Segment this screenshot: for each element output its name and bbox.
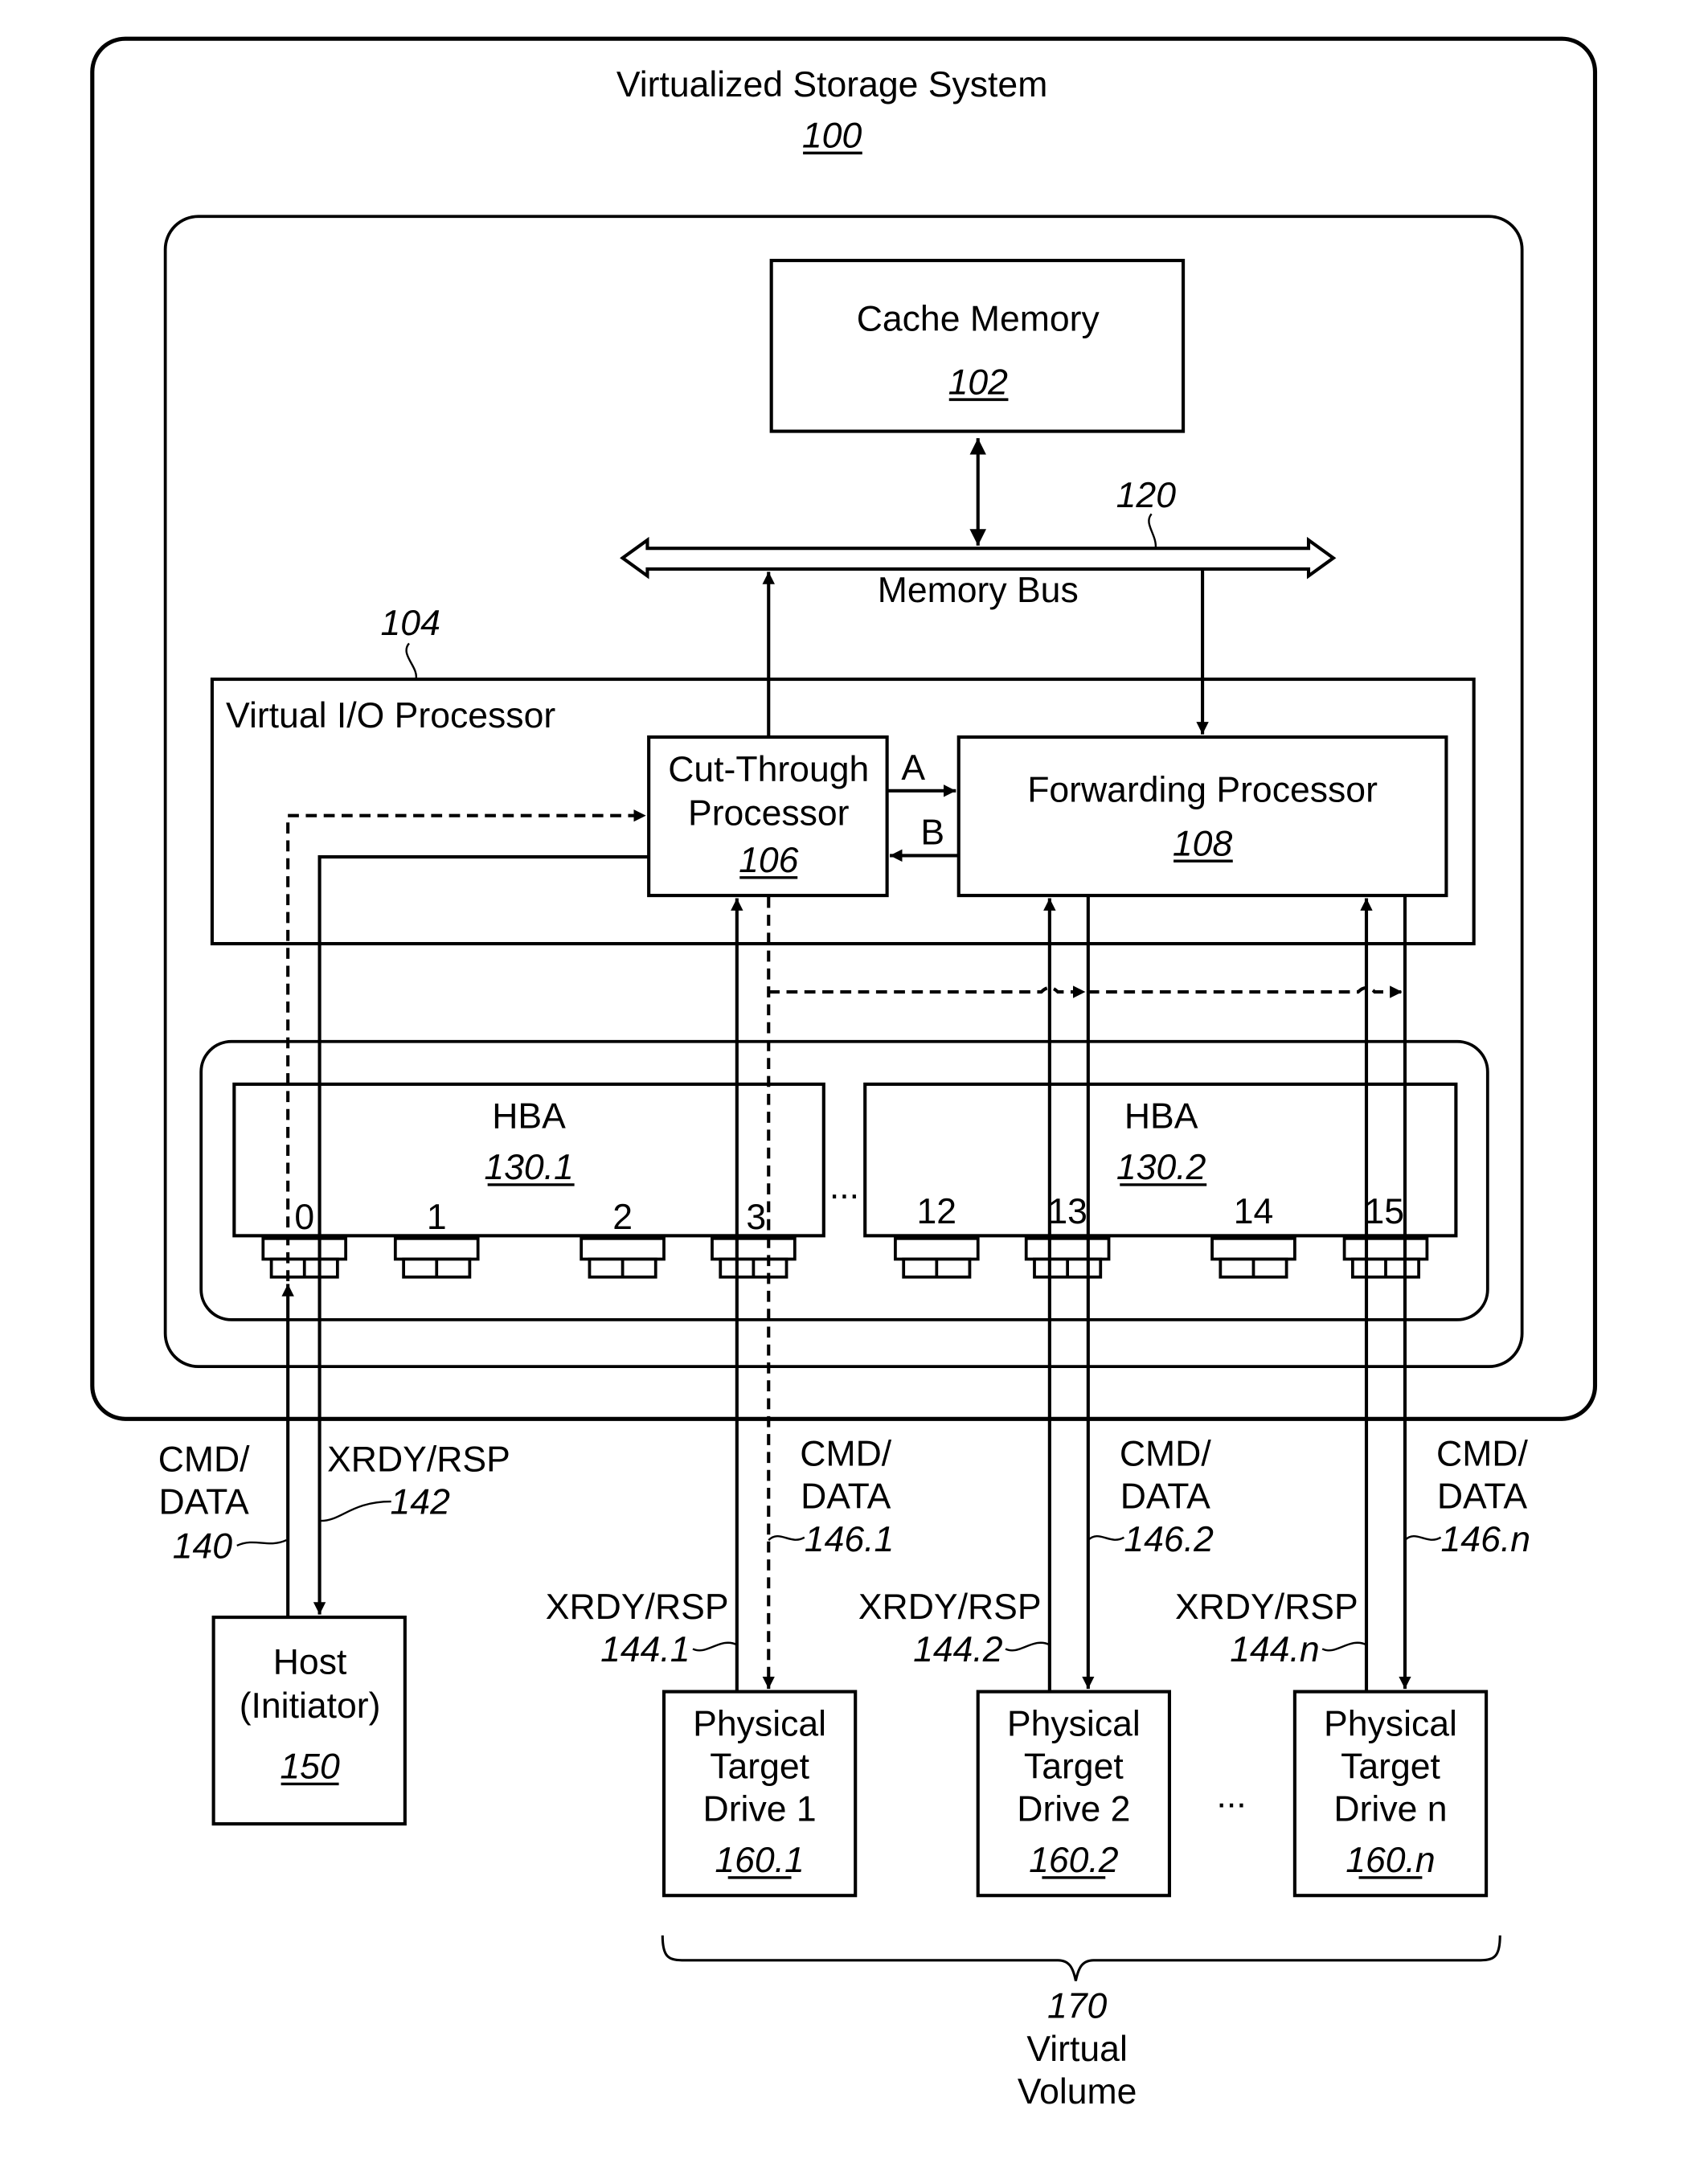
vio-title: Virtual I/O Processor: [226, 696, 555, 735]
cmd-branch-to-driven: [1087, 985, 1403, 998]
port-number: 1: [427, 1198, 447, 1237]
port-number: 13: [1047, 1192, 1087, 1231]
storage-system-diagram: Virtualized Storage System 100 Cache Mem…: [90, 36, 1598, 2112]
virtual-volume-line2: Volume: [1018, 2072, 1137, 2112]
system-title: Virtualized Storage System: [616, 65, 1047, 104]
port-number: 12: [917, 1192, 957, 1231]
drive-cmd-ref: 146.2: [1124, 1520, 1214, 1559]
port-housing: [894, 1236, 980, 1261]
drive-ref: 160.1: [715, 1841, 804, 1880]
hba2-title: HBA: [1124, 1097, 1198, 1137]
drive-label-line2: Target: [710, 1747, 809, 1787]
path-b-label: B: [920, 813, 944, 853]
host-initiator: Host (Initiator) 150: [211, 1616, 407, 1826]
memory-bus-ref: 120: [1116, 476, 1177, 515]
physical-drives: PhysicalTargetDrive 1160.1CMD/DATA146.1X…: [546, 1435, 1530, 1898]
drive-cmd-label-1: CMD/: [1120, 1435, 1211, 1474]
host-line2: (Initiator): [240, 1686, 381, 1726]
drive-cmd-label-2: DATA: [801, 1477, 891, 1517]
port-number: 14: [1234, 1192, 1274, 1231]
drive-cmd-label-1: CMD/: [800, 1435, 891, 1474]
host-ref: 150: [280, 1747, 340, 1787]
drive-cmd-label-2: DATA: [1120, 1477, 1210, 1517]
drive-label-line1: Physical: [693, 1704, 826, 1743]
port-housing: [1210, 1236, 1296, 1261]
port-housing: [261, 1236, 348, 1261]
host-cmd-label-1: CMD/: [158, 1440, 250, 1479]
drive-cmd-label-1: CMD/: [1436, 1435, 1528, 1474]
drive-xrdy-label: XRDY/RSP: [858, 1587, 1042, 1627]
port-housing: [1024, 1236, 1111, 1261]
cut-through-line1: Cut-Through: [668, 750, 869, 789]
cache-title: Cache Memory: [857, 299, 1100, 338]
drive-xrdy-ref: 144.1: [600, 1630, 690, 1669]
port-housing: [1342, 1236, 1429, 1261]
drive-cmd-label-2: DATA: [1437, 1477, 1527, 1517]
hba1-ref: 130.1: [484, 1148, 573, 1187]
cache-ref: 102: [948, 363, 1009, 402]
hba2-ref: 130.2: [1116, 1148, 1206, 1187]
memory-bus-label: Memory Bus: [878, 571, 1079, 610]
physical-target-drive: Physical TargetDrive 1 160.1 CMD/DATA146.1 X…: [546, 1435, 894, 1898]
physical-target-drive: Physical TargetDrive n 160.n CMD/DATA146.n X…: [1175, 1435, 1530, 1898]
system-ref: 100: [802, 117, 862, 156]
host-line1: Host: [273, 1642, 347, 1682]
cut-through-line2: Processor: [688, 794, 850, 834]
drive-label-line1: Physical: [1324, 1704, 1457, 1743]
host-xrdy-label: XRDY/RSP: [327, 1440, 510, 1479]
forwarding-title: Forwarding Processor: [1027, 771, 1378, 810]
port-number: 3: [746, 1198, 766, 1237]
hba-130-1: HBA 130.1: [232, 1082, 825, 1238]
drive-ref: 160.n: [1346, 1841, 1435, 1880]
port-housing: [393, 1236, 480, 1261]
forwarding-processor: Forwarding Processor 108: [956, 735, 1448, 898]
drive-label-line2: Target: [1024, 1747, 1124, 1787]
host-cmd-label-2: DATA: [159, 1483, 249, 1522]
virtual-volume-line1: Virtual: [1026, 2030, 1127, 2069]
port-number: 2: [612, 1198, 633, 1237]
virtual-volume-ref: 170: [1047, 1987, 1108, 2026]
drive-label-line1: Physical: [1007, 1704, 1141, 1743]
drive-xrdy-ref: 144.2: [913, 1630, 1003, 1669]
cmd-branch-to-drive2: [768, 985, 1086, 998]
drive-ellipsis: ...: [1216, 1776, 1246, 1816]
hba1-title: HBA: [492, 1097, 566, 1137]
drive-xrdy-label: XRDY/RSP: [546, 1587, 729, 1627]
path-a-label: A: [901, 748, 925, 788]
drive-cmd-ref: 146.1: [805, 1520, 894, 1559]
cache-memory-block: Cache Memory 102: [769, 259, 1186, 433]
hba-ellipsis: ...: [829, 1167, 859, 1206]
cut-through-processor: Cut-Through Processor 106: [647, 735, 889, 898]
port-housing: [711, 1236, 797, 1261]
port-housing: [580, 1236, 666, 1261]
virtual-volume-brace: [661, 1935, 1501, 1981]
port-number: 0: [294, 1198, 314, 1237]
physical-target-drive: Physical TargetDrive 2 160.2 CMD/DATA146.2 X…: [858, 1435, 1214, 1898]
cut-through-ref: 106: [739, 841, 799, 880]
host-xrdy-ref: 142: [391, 1483, 451, 1522]
drive-xrdy-ref: 144.n: [1230, 1630, 1319, 1669]
drive-label-line3: Drive 2: [1017, 1790, 1130, 1829]
vio-ref: 104: [381, 604, 440, 643]
port-number: 15: [1364, 1192, 1404, 1231]
drive-label-line3: Drive 1: [703, 1790, 817, 1829]
drive-xrdy-label: XRDY/RSP: [1175, 1587, 1358, 1627]
forwarding-ref: 108: [1173, 824, 1233, 863]
drive-label-line2: Target: [1341, 1747, 1440, 1787]
drive-cmd-ref: 146.n: [1441, 1520, 1530, 1559]
drive-ref: 160.2: [1029, 1841, 1119, 1880]
host-cmd-ref: 140: [173, 1526, 233, 1566]
drive-label-line3: Drive n: [1333, 1790, 1447, 1829]
